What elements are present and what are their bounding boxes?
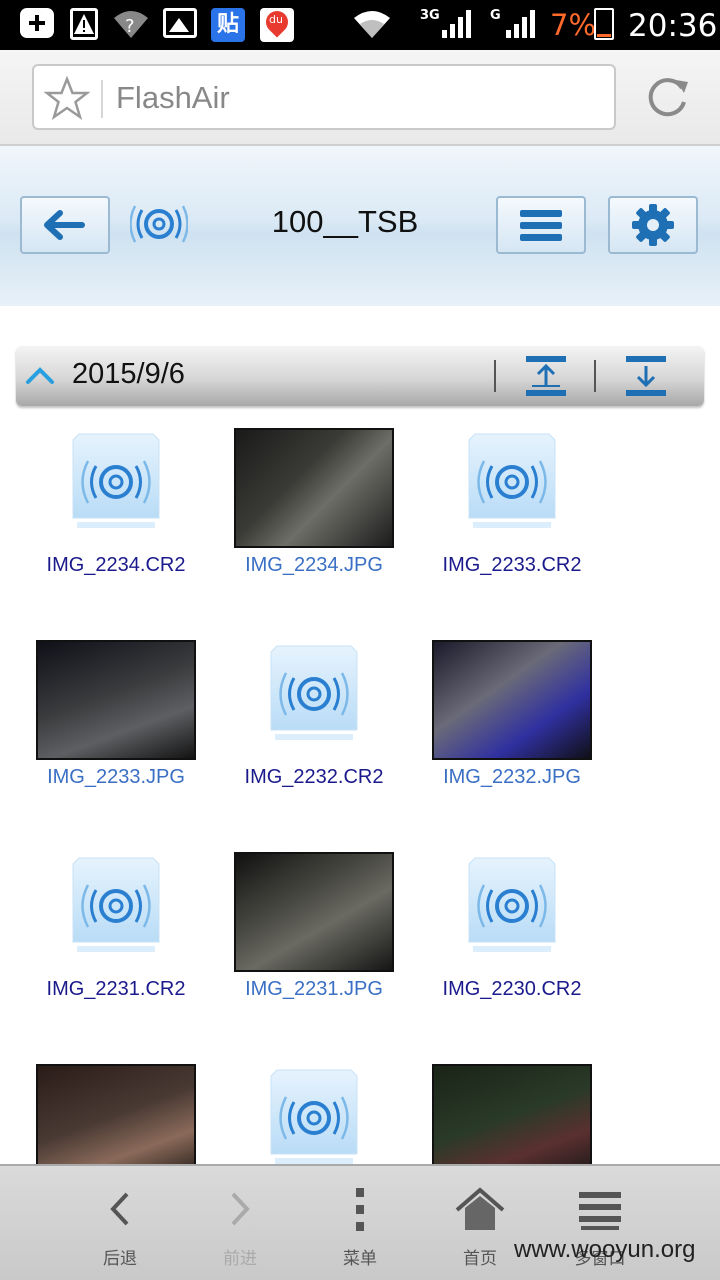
svg-text:?: ? bbox=[125, 16, 135, 37]
add-icon bbox=[20, 8, 54, 38]
image-icon bbox=[163, 8, 197, 38]
file-item[interactable]: IMG_2230.CR2 bbox=[414, 844, 610, 1014]
file-item[interactable]: IMG_2234.JPG bbox=[216, 420, 412, 590]
flashair-file-icon bbox=[72, 857, 160, 952]
file-item[interactable]: IMG_2232.CR2 bbox=[216, 632, 412, 802]
divider bbox=[494, 360, 496, 392]
flashair-file-icon bbox=[270, 1069, 358, 1164]
flashair-file-icon bbox=[468, 857, 556, 952]
folder-title: 100__TSB bbox=[271, 204, 419, 239]
back-chevron-icon bbox=[110, 1192, 129, 1226]
wifi-icon bbox=[354, 11, 390, 38]
network-3g-label: 3G bbox=[420, 8, 440, 23]
file-thumbnail[interactable] bbox=[432, 640, 592, 760]
file-thumbnail[interactable] bbox=[36, 1064, 196, 1164]
flashair-file-icon bbox=[468, 433, 556, 528]
clock: 20:36 bbox=[628, 8, 718, 44]
file-name[interactable]: IMG_2232.CR2 bbox=[216, 766, 412, 789]
flashair-header: 100__TSB bbox=[0, 146, 720, 306]
photo-thumbnail bbox=[234, 852, 394, 972]
file-item[interactable]: IMG_2231.CR2 bbox=[18, 844, 214, 1014]
home-icon bbox=[455, 1187, 505, 1230]
url-text[interactable]: FlashAir bbox=[116, 80, 230, 116]
back-arrow-icon bbox=[44, 210, 85, 240]
nav-forward[interactable]: 前进 bbox=[185, 1166, 295, 1280]
nav-menu[interactable]: 菜单 bbox=[305, 1166, 415, 1280]
flashair-file-icon bbox=[72, 433, 160, 528]
file-item[interactable] bbox=[216, 1056, 412, 1164]
flashair-file-icon bbox=[270, 645, 358, 740]
url-divider bbox=[101, 80, 103, 118]
photo-thumbnail bbox=[432, 640, 592, 760]
browser-toolbar: FlashAir bbox=[0, 50, 720, 146]
nav-menu-label: 菜单 bbox=[343, 1249, 377, 1269]
file-item[interactable]: IMG_2231.JPG bbox=[216, 844, 412, 1014]
file-name[interactable]: IMG_2233.CR2 bbox=[414, 554, 610, 577]
status-bar: ? 贴 du 3G G 7% 20:36 bbox=[0, 0, 720, 50]
tieba-icon: 贴 bbox=[211, 8, 245, 42]
watermark: www.wooyun.org bbox=[514, 1236, 696, 1263]
menu-dots-icon bbox=[356, 1188, 364, 1231]
file-name[interactable]: IMG_2232.JPG bbox=[414, 766, 610, 789]
back-button[interactable] bbox=[20, 196, 110, 254]
gear-icon bbox=[632, 204, 674, 246]
file-item[interactable]: IMG_2232.JPG bbox=[414, 632, 610, 802]
date-group-header[interactable]: 2015/9/6 bbox=[16, 346, 704, 406]
file-name[interactable]: IMG_2234.JPG bbox=[216, 554, 412, 577]
file-thumbnail[interactable] bbox=[234, 1064, 394, 1164]
file-thumbnail[interactable] bbox=[36, 852, 196, 972]
battery-percent: 7% bbox=[550, 8, 597, 42]
file-grid: IMG_2234.CR2 IMG_2234.JPG IMG_2233.CR2 IMG_… bbox=[0, 420, 720, 1164]
photo-thumbnail bbox=[36, 1064, 196, 1164]
file-name[interactable]: IMG_2231.JPG bbox=[216, 978, 412, 1001]
file-name[interactable]: IMG_2233.JPG bbox=[18, 766, 214, 789]
baidu-map-icon: du bbox=[260, 8, 294, 42]
windows-icon bbox=[579, 1192, 621, 1230]
file-item[interactable] bbox=[414, 1056, 610, 1164]
date-label: 2015/9/6 bbox=[72, 358, 185, 390]
file-item[interactable]: IMG_2234.CR2 bbox=[18, 420, 214, 590]
file-name[interactable]: IMG_2234.CR2 bbox=[18, 554, 214, 577]
scroll-top-icon[interactable] bbox=[524, 354, 568, 398]
file-thumbnail[interactable] bbox=[234, 428, 394, 548]
forward-chevron-icon bbox=[231, 1192, 250, 1226]
settings-button[interactable] bbox=[608, 196, 698, 254]
nav-forward-label: 前进 bbox=[223, 1249, 257, 1269]
battery-icon bbox=[594, 8, 614, 40]
collapse-caret-icon[interactable] bbox=[22, 360, 58, 390]
wifi-unknown-icon: ? bbox=[112, 8, 150, 48]
signal-icon bbox=[442, 10, 471, 38]
file-thumbnail[interactable] bbox=[234, 640, 394, 760]
file-thumbnail[interactable] bbox=[234, 852, 394, 972]
menu-icon bbox=[520, 210, 562, 241]
url-bar[interactable]: FlashAir bbox=[32, 64, 616, 130]
scroll-bottom-icon[interactable] bbox=[624, 354, 668, 398]
file-thumbnail[interactable] bbox=[432, 852, 592, 972]
file-thumbnail[interactable] bbox=[432, 1064, 592, 1164]
file-thumbnail[interactable] bbox=[432, 428, 592, 548]
nav-back-label: 后退 bbox=[103, 1249, 137, 1269]
divider bbox=[594, 360, 596, 392]
file-item[interactable]: IMG_2233.CR2 bbox=[414, 420, 610, 590]
network-g-label: G bbox=[490, 8, 501, 23]
star-icon[interactable] bbox=[44, 76, 90, 120]
file-item[interactable] bbox=[18, 1056, 214, 1164]
baidu-map-label: du bbox=[269, 13, 283, 26]
reload-icon[interactable] bbox=[646, 74, 690, 120]
file-name[interactable]: IMG_2231.CR2 bbox=[18, 978, 214, 1001]
file-name[interactable]: IMG_2230.CR2 bbox=[414, 978, 610, 1001]
signal-icon bbox=[506, 10, 535, 38]
menu-button[interactable] bbox=[496, 196, 586, 254]
file-thumbnail[interactable] bbox=[36, 428, 196, 548]
file-item[interactable]: IMG_2233.JPG bbox=[18, 632, 214, 802]
warning-icon bbox=[70, 8, 98, 40]
nav-back[interactable]: 后退 bbox=[65, 1166, 175, 1280]
file-thumbnail[interactable] bbox=[36, 640, 196, 760]
photo-thumbnail bbox=[36, 640, 196, 760]
photo-thumbnail bbox=[432, 1064, 592, 1164]
photo-thumbnail bbox=[234, 428, 394, 548]
flashair-logo-icon bbox=[130, 205, 188, 243]
